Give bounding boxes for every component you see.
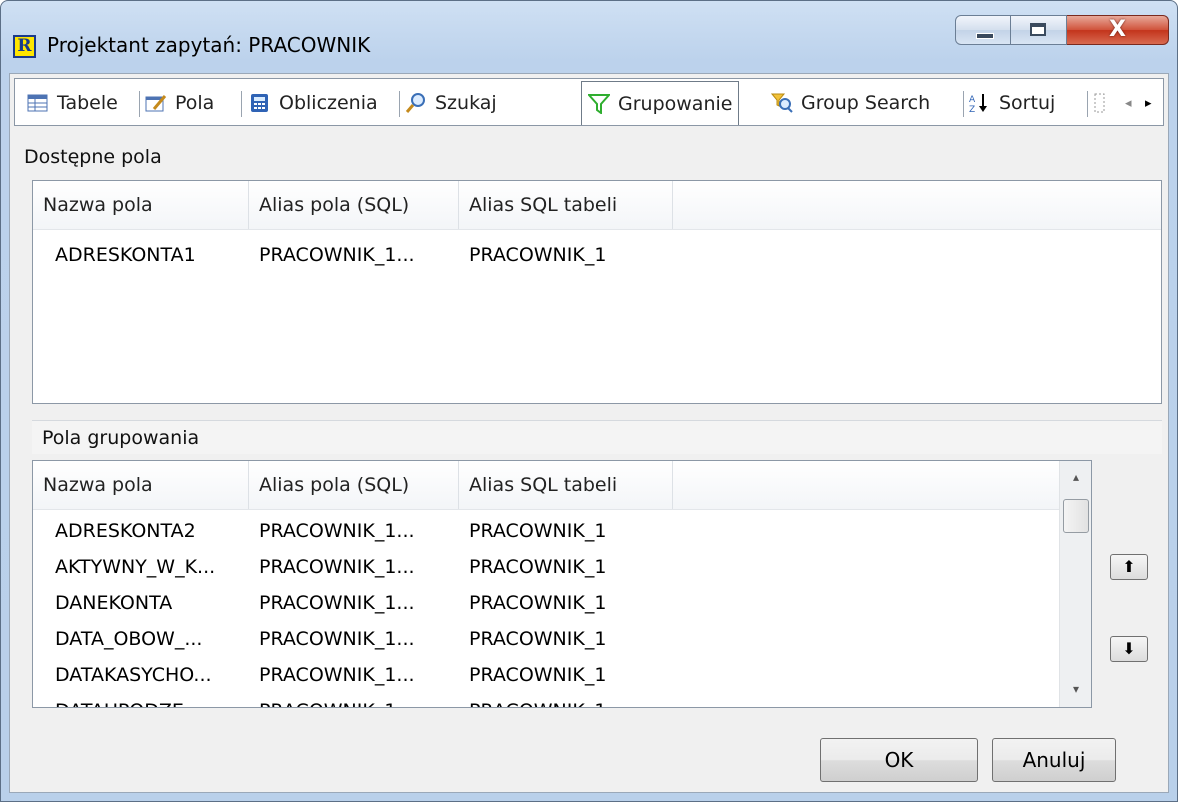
table-alias-cell: PRACOWNIK_1 [469,693,606,707]
tab-pola-label: Pola [175,92,215,114]
column-header-field-alias[interactable]: Alias pola (SQL) [249,461,459,509]
column-header-field-name[interactable]: Nazwa pola [33,181,249,229]
table-alias-cell: PRACOWNIK_1 [469,664,607,686]
tab-szukaj[interactable]: Szukaj [405,85,497,121]
field-name-cell: AKTYWNY_W_K... [55,556,216,578]
field-name-cell: DATAKASYCHO... [55,664,212,686]
tab-toolbar: Tabele Pola Obliczenia Szukaj Grupowanie… [14,78,1164,126]
list-item[interactable]: DANEKONTA PRACOWNIK_1... PRACOWNIK_1 [33,585,1091,621]
grouping-list-scrollbar[interactable]: ▴ ▾ [1059,461,1091,707]
field-name-cell: ADRESKONTA2 [55,520,196,542]
toolbar-scroll-right[interactable]: ▸ [1145,85,1152,121]
toolbar-scroll-left[interactable]: ◂ [1125,85,1132,121]
tab-pola[interactable]: Pola [145,85,214,121]
query-designer-window: R Projektant zapytań: PRACOWNIK X Tabele… [0,0,1178,802]
group-search-icon [770,93,793,113]
title-bar[interactable]: R Projektant zapytań: PRACOWNIK X [1,1,1177,73]
available-fields-label: Dostępne pola [24,146,162,168]
list-item[interactable]: DATAUPODZE... PRACOWNIK_1... PRACOWNIK_1 [33,693,1091,707]
column-header-field-alias[interactable]: Alias pola (SQL) [249,181,459,229]
list-item[interactable]: ADRESKONTA2 PRACOWNIK_1... PRACOWNIK_1 [33,513,1091,549]
toolbar-separator [1087,91,1088,117]
svg-text:Z: Z [969,105,975,113]
fields-edit-icon [145,93,167,113]
window-title: Projektant zapytań: PRACOWNIK [47,33,371,57]
search-icon [405,93,427,113]
svg-text:A: A [969,95,976,105]
grouping-fields-label: Pola grupowania [32,420,1162,454]
field-alias-cell: PRACOWNIK_1... [259,693,415,707]
available-fields-header: Nazwa pola Alias pola (SQL) Alias SQL ta… [33,181,1161,230]
column-header-table-alias[interactable]: Alias SQL tabeli [459,461,673,509]
tab-group-search-label: Group Search [801,92,931,114]
field-name-cell: ADRESKONTA1 [55,244,196,266]
field-name-cell: DATAUPODZE... [55,693,202,707]
field-alias-cell: PRACOWNIK_1... [259,520,415,542]
field-alias-cell: PRACOWNIK_1... [259,556,415,578]
app-logo-icon: R [13,35,36,58]
tab-obliczenia-label: Obliczenia [279,92,378,114]
toolbar-separator [963,91,964,117]
sort-az-icon: AZ [969,93,991,115]
field-alias-cell: PRACOWNIK_1... [259,592,415,614]
tab-grupowanie-label: Grupowanie [618,92,733,115]
field-alias-cell: PRACOWNIK_1... [259,628,415,650]
tab-obliczenia[interactable]: Obliczenia [249,85,378,121]
scroll-down-arrow[interactable]: ▾ [1060,673,1091,705]
table-alias-cell: PRACOWNIK_1 [469,628,607,650]
list-item[interactable]: DATA_OBOW_... PRACOWNIK_1... PRACOWNIK_1 [33,621,1091,657]
move-up-button[interactable]: ⬆ [1110,554,1148,580]
table-alias-cell: PRACOWNIK_1 [469,556,607,578]
table-alias-cell: PRACOWNIK_1 [469,244,607,266]
field-alias-cell: PRACOWNIK_1... [259,244,415,266]
toolbar-separator [241,91,242,117]
tab-grupowanie[interactable]: Grupowanie [581,81,740,125]
ok-button[interactable]: OK [820,738,978,782]
scroll-thumb[interactable] [1063,499,1089,533]
table-icon [27,93,49,113]
maximize-icon [1030,23,1046,36]
tab-sortuj[interactable]: AZ Sortuj [969,85,1055,121]
scroll-up-arrow[interactable]: ▴ [1060,461,1091,493]
column-header-table-alias[interactable]: Alias SQL tabeli [459,181,673,229]
funnel-icon [586,93,612,115]
cancel-button[interactable]: Anuluj [992,738,1116,782]
tab-sortuj-label: Sortuj [999,92,1056,114]
tab-overflow-partial[interactable] [1093,85,1115,121]
table-alias-cell: PRACOWNIK_1 [469,520,607,542]
calculator-icon [249,93,271,113]
field-alias-cell: PRACOWNIK_1... [259,664,415,686]
field-name-cell: DANEKONTA [55,592,173,614]
grouping-fields-header: Nazwa pola Alias pola (SQL) Alias SQL ta… [33,461,1059,510]
partial-tab-icon [1094,93,1105,113]
list-item[interactable]: DATAKASYCHO... PRACOWNIK_1... PRACOWNIK_… [33,657,1091,693]
tab-tabele[interactable]: Tabele [27,85,118,121]
tab-szukaj-label: Szukaj [435,92,497,114]
available-fields-list[interactable]: Nazwa pola Alias pola (SQL) Alias SQL ta… [32,180,1162,404]
tab-group-search[interactable]: Group Search [770,85,931,121]
tab-tabele-label: Tabele [57,92,118,114]
close-icon: X [1109,17,1126,42]
field-name-cell: DATA_OBOW_... [55,628,203,650]
minimize-icon [976,33,994,39]
column-header-field-name[interactable]: Nazwa pola [33,461,249,509]
move-down-button[interactable]: ⬇ [1110,636,1148,662]
close-button[interactable]: X [1067,15,1169,45]
toolbar-separator [139,91,140,117]
toolbar-separator [399,91,400,117]
minimize-button[interactable] [955,15,1011,45]
list-item[interactable]: AKTYWNY_W_K... PRACOWNIK_1... PRACOWNIK_… [33,549,1091,585]
table-alias-cell: PRACOWNIK_1 [469,592,607,614]
grouping-fields-list[interactable]: Nazwa pola Alias pola (SQL) Alias SQL ta… [32,460,1092,708]
dialog-client-area: Tabele Pola Obliczenia Szukaj Grupowanie… [9,73,1169,793]
list-item[interactable]: ADRESKONTA1 PRACOWNIK_1... PRACOWNIK_1 [33,237,1161,273]
maximize-button[interactable] [1011,15,1067,45]
